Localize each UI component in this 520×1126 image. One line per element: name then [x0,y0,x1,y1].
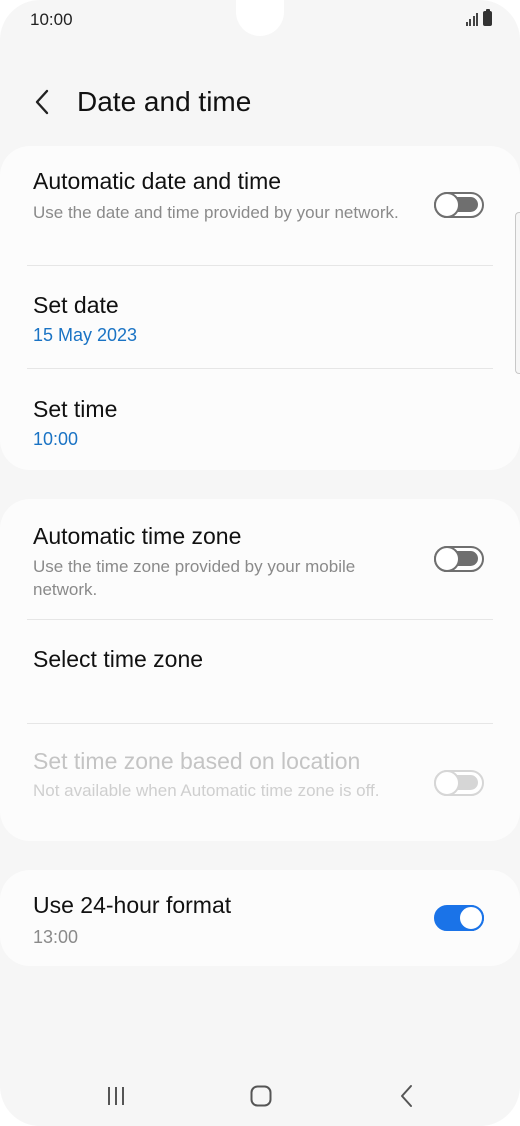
automatic-date-time-row[interactable]: Automatic date and time Use the date and… [0,146,520,266]
use-24-hour-value: 13:00 [33,927,79,947]
recent-apps-button[interactable] [91,1078,141,1114]
automatic-time-zone-description: Use the time zone provided by your mobil… [33,557,356,599]
scrollbar-thumb[interactable] [515,212,520,374]
battery-icon [483,9,492,26]
navigation-bar [0,1070,520,1120]
set-date-title: Set date [33,292,119,318]
status-icons [465,9,492,26]
automatic-date-time-description: Use the date and time provided by your n… [33,203,399,222]
toggle-knob [434,770,460,796]
automatic-date-time-toggle[interactable] [434,192,484,218]
location-time-zone-title: Set time zone based on location [33,748,361,774]
phone-screen: 10:00 Date and time Automatic date and t… [0,0,520,1126]
home-button[interactable] [236,1078,286,1114]
status-time: 10:00 [30,10,73,29]
time-zone-card: Automatic time zone Use the time zone pr… [0,499,520,841]
use-24-hour-row[interactable]: Use 24-hour format 13:00 [0,870,520,966]
set-date-value: 15 May 2023 [33,325,138,345]
recent-apps-icon [108,1087,124,1105]
location-time-zone-description: Not available when Automatic time zone i… [33,781,380,800]
home-icon [250,1085,272,1107]
status-bar: 10:00 [0,0,520,40]
toggle-knob [434,546,460,572]
set-date-row[interactable]: Set date 15 May 2023 [0,266,520,369]
use-24-hour-toggle[interactable] [434,905,484,931]
chevron-left-icon [35,89,49,115]
automatic-time-zone-toggle[interactable] [434,546,484,572]
back-nav-button[interactable] [382,1078,432,1114]
camera-notch [236,0,284,36]
location-time-zone-toggle [434,770,484,796]
select-time-zone-title: Select time zone [33,646,204,672]
automatic-date-time-title: Automatic date and time [33,168,282,194]
toggle-knob [434,192,460,218]
back-button[interactable] [22,80,62,124]
date-time-card: Automatic date and time Use the date and… [0,146,520,470]
set-time-value: 10:00 [33,429,79,449]
location-time-zone-row: Set time zone based on location Not avai… [0,724,520,841]
format-card: Use 24-hour format 13:00 [0,870,520,966]
toggle-knob [458,905,484,931]
set-time-row[interactable]: Set time 10:00 [0,369,520,470]
use-24-hour-title: Use 24-hour format [33,892,232,918]
chevron-left-icon [401,1085,412,1107]
signal-icon [465,12,478,26]
automatic-time-zone-row[interactable]: Automatic time zone Use the time zone pr… [0,499,520,620]
header: Date and time [0,72,520,132]
set-time-title: Set time [33,396,118,422]
select-time-zone-row[interactable]: Select time zone [0,620,520,724]
page-title: Date and time [77,86,252,117]
automatic-time-zone-title: Automatic time zone [33,523,242,549]
